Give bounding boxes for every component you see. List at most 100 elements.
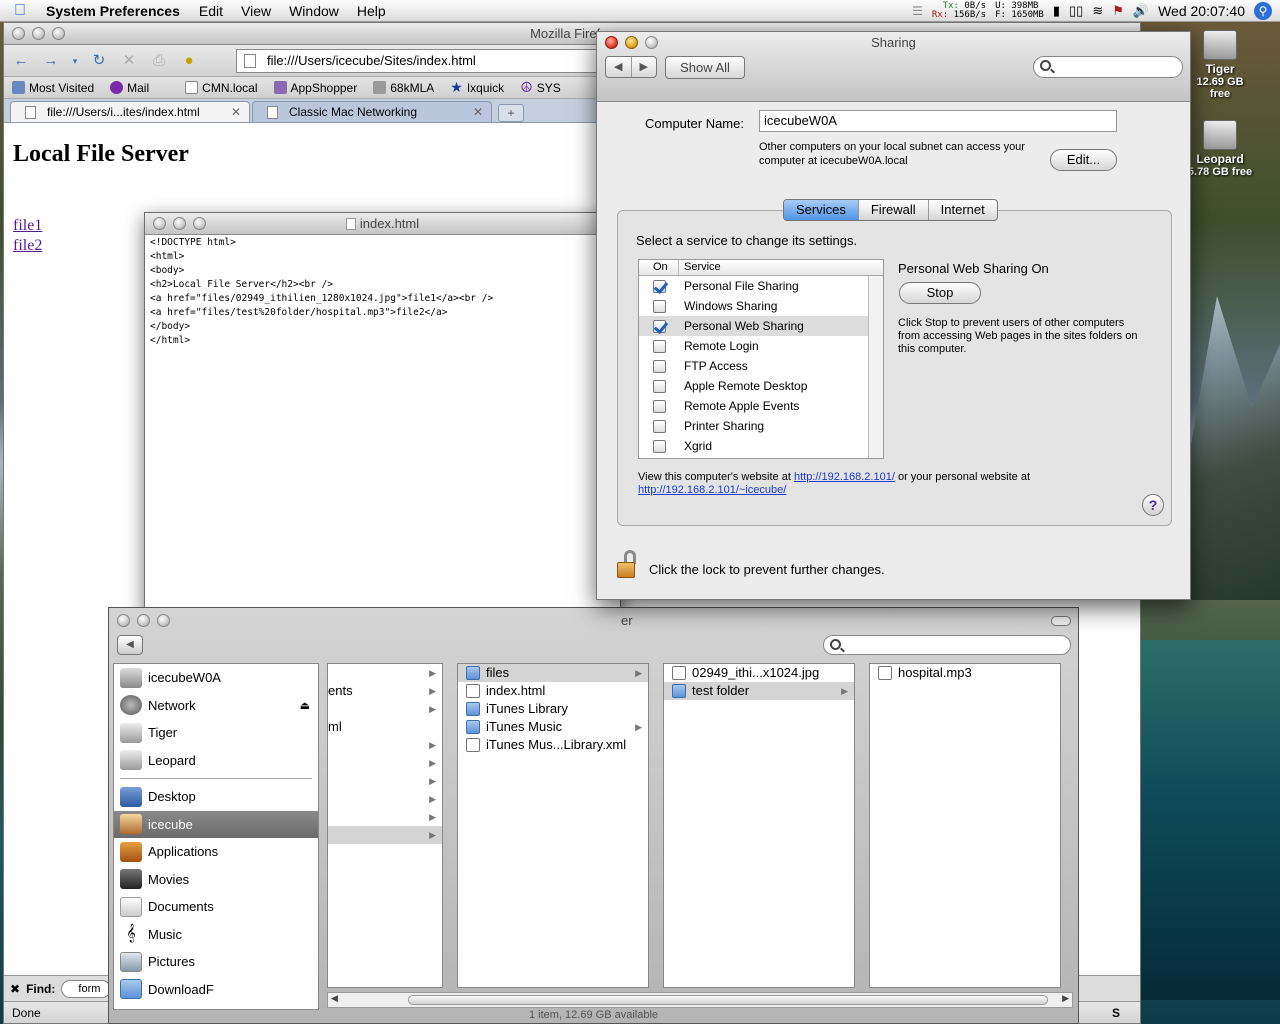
- service-row[interactable]: Windows Sharing: [639, 296, 883, 316]
- list-item[interactable]: ▶: [328, 736, 442, 754]
- menu-view[interactable]: View: [232, 3, 280, 19]
- service-checkbox[interactable]: [653, 379, 666, 393]
- tab-firewall[interactable]: Firewall: [859, 200, 929, 220]
- print-icon[interactable]: ⎙: [148, 50, 170, 72]
- list-item-index-html[interactable]: index.html: [458, 682, 648, 700]
- minimize-button[interactable]: [32, 27, 45, 40]
- back-arrow-icon[interactable]: ←: [10, 50, 32, 72]
- tab-close-icon[interactable]: ✕: [231, 102, 241, 122]
- close-button[interactable]: [117, 614, 130, 627]
- zoom-button[interactable]: [52, 27, 65, 40]
- list-item-selected[interactable]: ▶: [328, 826, 442, 844]
- activity-graph-icon[interactable]: ☰: [912, 4, 923, 18]
- lock-icon[interactable]: [615, 550, 639, 578]
- edit-button[interactable]: Edit...: [1050, 149, 1117, 171]
- close-button[interactable]: [605, 36, 618, 49]
- list-item-itunes-library[interactable]: iTunes Library: [458, 700, 648, 718]
- close-button[interactable]: [12, 27, 25, 40]
- volume-icon[interactable]: 🔊: [1133, 3, 1149, 19]
- bookmark-cmn-local[interactable]: CMN.local: [177, 81, 265, 95]
- service-checkbox[interactable]: [653, 339, 666, 353]
- finder-search-field[interactable]: [823, 635, 1071, 655]
- back-arrow-icon[interactable]: ◀: [117, 635, 143, 655]
- sidebar-item-tiger[interactable]: Tiger: [114, 719, 318, 747]
- service-checkbox[interactable]: [653, 359, 666, 373]
- forward-arrow-icon[interactable]: →: [40, 50, 62, 72]
- list-item-hospital-mp3[interactable]: hospital.mp3: [870, 664, 1060, 682]
- tab-services[interactable]: Services: [784, 200, 859, 220]
- list-item[interactable]: ▶: [328, 754, 442, 772]
- menu-help[interactable]: Help: [348, 3, 395, 19]
- sidebar-item-network[interactable]: Network ⏏: [114, 692, 318, 720]
- sidebar-item-desktop[interactable]: Desktop: [114, 783, 318, 811]
- service-row[interactable]: Xgrid: [639, 436, 883, 456]
- disk-leopard[interactable]: Leopard 5.78 GB free: [1185, 120, 1255, 178]
- disk-tiger[interactable]: Tiger 12.69 GB free: [1185, 30, 1255, 100]
- bookmark-most-visited[interactable]: Most Visited: [4, 81, 102, 95]
- app-menu[interactable]: System Preferences: [40, 3, 190, 19]
- tab-classic-mac-networking[interactable]: Classic Mac Networking ✕: [252, 101, 492, 122]
- minimize-button[interactable]: [137, 614, 150, 627]
- display-icon[interactable]: ▯▯: [1069, 3, 1083, 19]
- find-input[interactable]: form: [61, 979, 112, 998]
- column-header-on[interactable]: On: [639, 260, 679, 275]
- service-row-selected[interactable]: Personal Web Sharing: [639, 316, 883, 336]
- minimize-button[interactable]: [173, 217, 186, 230]
- list-item[interactable]: ▶: [328, 790, 442, 808]
- service-checkbox[interactable]: [653, 399, 666, 413]
- service-row[interactable]: Personal File Sharing: [639, 276, 883, 296]
- source-code[interactable]: <!DOCTYPE html> <html> <body> <h2>Local Fil…: [145, 235, 620, 349]
- menu-window[interactable]: Window: [280, 3, 348, 19]
- list-item-test-folder[interactable]: test folder ▶: [664, 682, 854, 700]
- sidebar-item-icecube[interactable]: icecube: [114, 810, 318, 838]
- minimize-button[interactable]: [625, 36, 638, 49]
- battery-icon[interactable]: ▮: [1053, 3, 1060, 19]
- sidebar-item-applications[interactable]: Applications: [114, 838, 318, 866]
- sidebar-item-icecubew0a[interactable]: icecubeW0A: [114, 664, 318, 692]
- back-arrow-icon[interactable]: ◀: [606, 57, 631, 77]
- addon-s-icon[interactable]: S: [1112, 1002, 1120, 1024]
- bookmark-sys[interactable]: ☮ SYS: [512, 79, 569, 96]
- list-item[interactable]: ml: [328, 718, 442, 736]
- service-row[interactable]: Remote Login: [639, 336, 883, 356]
- list-item-itunes-music[interactable]: iTunes Music ▶: [458, 718, 648, 736]
- computer-name-field[interactable]: icecubeW0A: [759, 110, 1117, 132]
- sidebar-item-movies[interactable]: Movies: [114, 866, 318, 894]
- personal-website-link[interactable]: http://192.168.2.101/~icecube/: [638, 484, 786, 496]
- list-item[interactable]: ▶: [328, 772, 442, 790]
- bookmark-ixquick[interactable]: ★ Ixquick: [442, 79, 512, 96]
- bookmark-mail[interactable]: Mail: [102, 81, 157, 95]
- service-checkbox[interactable]: [653, 319, 666, 333]
- url-bar[interactable]: file:///Users/icecube/Sites/index.html: [236, 49, 616, 73]
- memory-monitor[interactable]: U: 398MB F: 1650MB: [995, 2, 1044, 20]
- stop-icon[interactable]: ✕: [118, 50, 140, 72]
- new-tab-button[interactable]: +: [498, 104, 524, 122]
- service-row[interactable]: Remote Apple Events: [639, 396, 883, 416]
- bookmark-68kmla[interactable]: 68kMLA: [365, 81, 442, 95]
- service-checkbox[interactable]: [653, 439, 666, 453]
- forward-arrow-icon[interactable]: ▶: [630, 57, 657, 77]
- list-item[interactable]: ▶: [328, 808, 442, 826]
- spotlight-search-icon[interactable]: ⚲: [1254, 2, 1272, 20]
- wifi-icon[interactable]: ≋: [1092, 3, 1103, 19]
- menu-clock[interactable]: Wed 20:07:40: [1158, 3, 1245, 19]
- list-item[interactable]: ents ▶: [328, 682, 442, 700]
- network-monitor[interactable]: Tx: 0B/s Rx: 156B/s: [932, 2, 986, 20]
- zoom-button[interactable]: [645, 36, 658, 49]
- close-button[interactable]: [153, 217, 166, 230]
- service-checkbox[interactable]: [653, 279, 666, 293]
- service-row[interactable]: Apple Remote Desktop: [639, 376, 883, 396]
- tab-internet[interactable]: Internet: [929, 200, 997, 220]
- tab-index-html[interactable]: file:///Users/i...ites/index.html ✕: [10, 101, 250, 122]
- stop-button[interactable]: Stop: [899, 282, 981, 304]
- zoom-button[interactable]: [193, 217, 206, 230]
- history-dropdown-icon[interactable]: ▾: [70, 50, 80, 72]
- source-titlebar[interactable]: index.html: [145, 213, 620, 235]
- preferences-search-field[interactable]: [1033, 56, 1183, 78]
- sidebar-item-leopard[interactable]: Leopard: [114, 747, 318, 775]
- us-flag-input-icon[interactable]: ⚑: [1112, 3, 1124, 19]
- scrollbar-thumb[interactable]: [408, 995, 1048, 1005]
- sidebar-item-downloadf[interactable]: DownloadF: [114, 976, 318, 1004]
- list-item[interactable]: ▶: [328, 664, 442, 682]
- apple-menu-icon[interactable]: : [0, 2, 40, 20]
